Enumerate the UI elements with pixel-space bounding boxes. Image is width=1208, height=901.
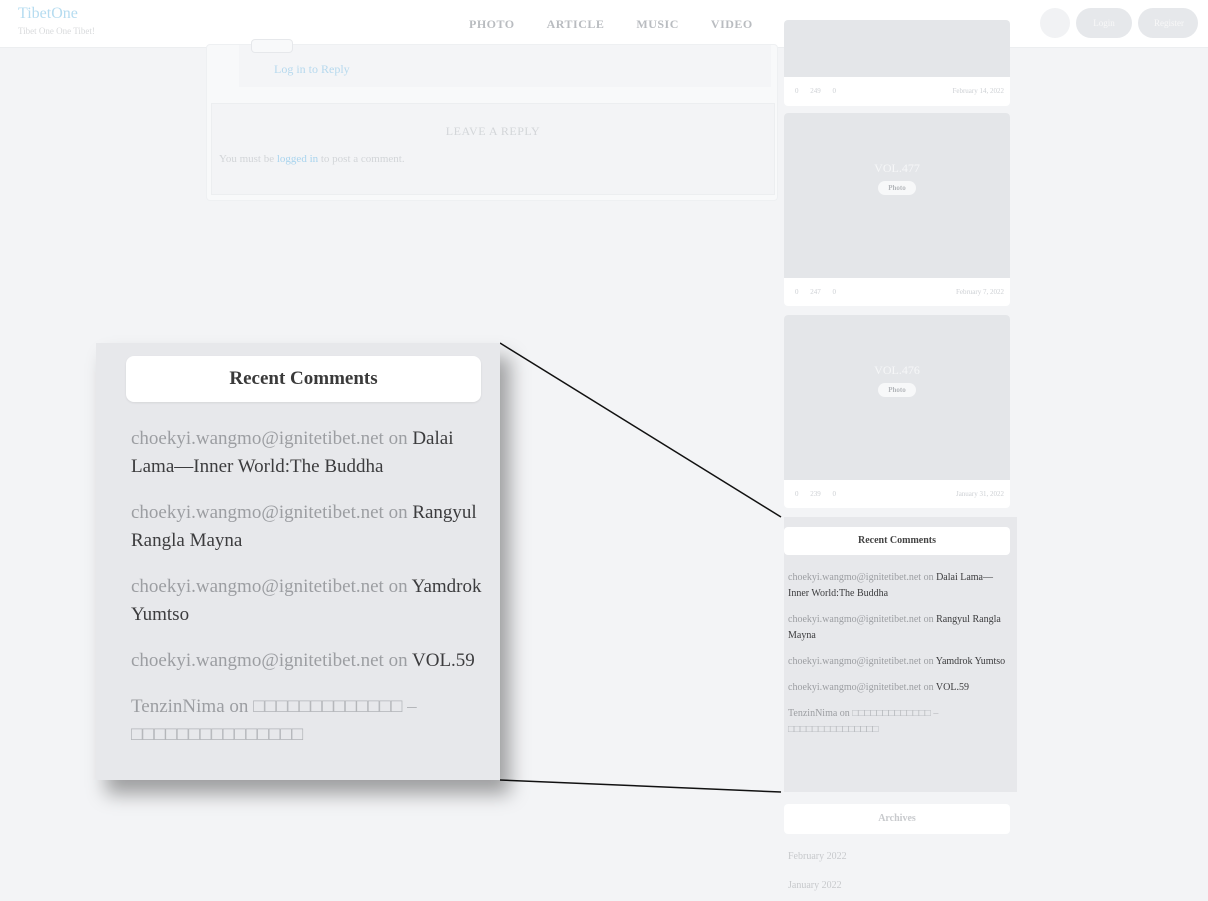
- list-item: choekyi.wangmo@ignitetibet.net on Yamdro…: [131, 573, 486, 629]
- on-label: on: [388, 428, 408, 449]
- comment-post-link[interactable]: VOL.59: [412, 650, 475, 671]
- comment-author[interactable]: TenzinNima: [131, 696, 225, 717]
- comment-author[interactable]: choekyi.wangmo@ignitetibet.net: [131, 502, 384, 523]
- recent-comments-heading: Recent Comments: [126, 356, 481, 402]
- recent-comments-list: choekyi.wangmo@ignitetibet.net on Dalai …: [131, 425, 486, 767]
- comment-author[interactable]: choekyi.wangmo@ignitetibet.net: [131, 428, 384, 449]
- on-label: on: [388, 502, 408, 523]
- list-item: choekyi.wangmo@ignitetibet.net on Rangyu…: [131, 499, 486, 555]
- on-label: on: [388, 576, 408, 597]
- on-label: on: [388, 650, 408, 671]
- list-item: choekyi.wangmo@ignitetibet.net on Dalai …: [131, 425, 486, 481]
- on-label: on: [229, 696, 249, 717]
- comment-author[interactable]: choekyi.wangmo@ignitetibet.net: [131, 650, 384, 671]
- list-item: choekyi.wangmo@ignitetibet.net on VOL.59: [131, 647, 486, 675]
- list-item: TenzinNima on □□□□□□□□□□□□□ – □□□□□□□□□□…: [131, 693, 486, 749]
- comment-author[interactable]: choekyi.wangmo@ignitetibet.net: [131, 576, 384, 597]
- recent-comments-zoom-panel: Recent Comments choekyi.wangmo@ignitetib…: [96, 343, 500, 780]
